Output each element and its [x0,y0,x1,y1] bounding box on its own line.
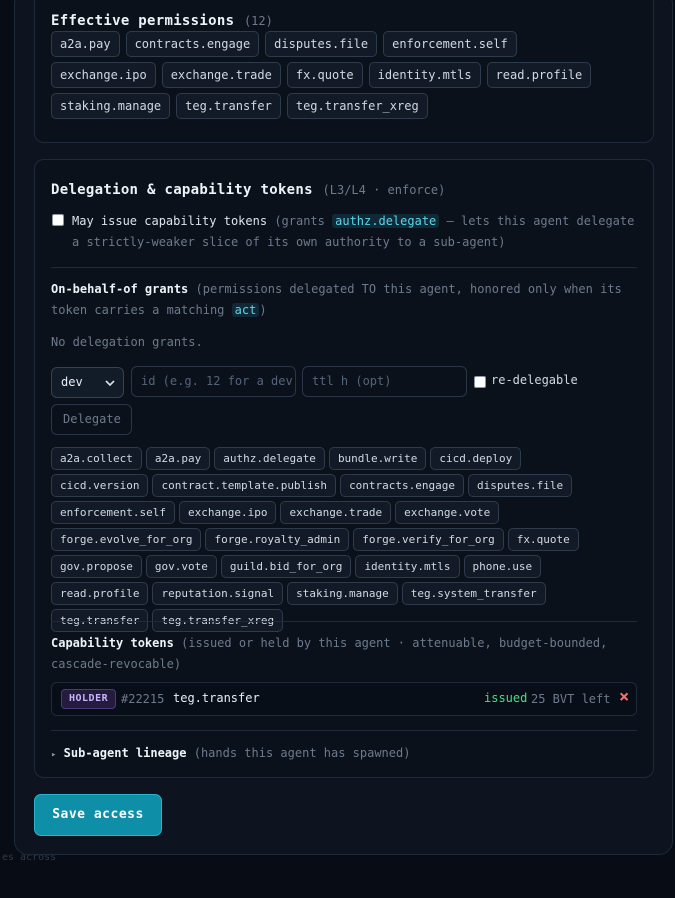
redelegable-checkbox[interactable] [474,376,486,388]
grantable-permission-chip: forge.evolve_for_org [51,528,202,551]
holder-badge: HOLDER [61,689,117,709]
grantable-permission-chip: teg.system_transfer [401,582,546,605]
capability-token-row: HOLDER #22215 teg.transfer issued 25 BVT… [51,682,637,716]
grantable-permission-chip: exchange.vote [395,501,500,524]
revoke-token-icon[interactable]: × [619,687,629,707]
effective-permission-chip: exchange.trade [161,62,281,88]
effective-permission-chip: read.profile [486,62,592,88]
effective-permission-chip: staking.manage [51,93,171,119]
issue-tokens-hint: (grants [274,214,325,228]
grantable-permission-chip: a2a.collect [51,447,142,470]
delegation-card: Delegation & capability tokens (L3/L4 · … [34,159,654,778]
token-scope: teg.transfer [173,691,260,705]
obo-hint-close: ) [259,303,267,317]
effective-permissions-title: Effective permissions [51,13,235,29]
grantable-permission-chip: fx.quote [507,528,579,551]
issue-tokens-hint-cont: — lets this agent delegate [446,214,635,228]
effective-permissions-card: Effective permissions (12) a2a.pay contra… [34,0,654,143]
grantable-permission-chip: authz.delegate [214,447,325,470]
grantable-permission-chip: contract.template.publish [152,474,337,497]
effective-permission-chip: disputes.file [265,31,378,57]
grantable-permission-chip: forge.royalty_admin [205,528,350,551]
sub-agent-lineage-toggle[interactable]: ▸ Sub-agent lineage (hands this agent ha… [51,743,410,766]
issue-tokens-label[interactable]: May issue capability tokens [72,214,267,228]
delegation-subtitle: (L3/L4 · enforce) [322,183,446,197]
token-status: issued [484,691,528,705]
capability-tokens-title: Capability tokens [51,636,174,650]
issue-tokens-hint-line2: a strictly-weaker slice of its own autho… [72,235,506,249]
chevron-down-icon [105,368,115,397]
grantable-permission-chip: reputation.signal [152,582,284,605]
effective-permission-chip: identity.mtls [368,62,481,88]
grantable-permission-chip: cicd.version [51,474,149,497]
effective-permission-chip: a2a.pay [51,31,120,57]
token-budget: 25 BVT left [531,692,611,706]
effective-permissions-list: a2a.pay contracts.engage disputes.file enfo… [51,31,611,119]
capability-tokens-hint-line2: cascade-revocable) [51,657,182,671]
grantable-permission-chip: contracts.engage [340,474,465,497]
grantable-permission-chip: cicd.deploy [430,447,522,470]
grantable-permission-chip: bundle.write [328,447,427,470]
save-access-button[interactable]: Save access [34,794,162,836]
ttl-input[interactable]: ttl h (opt) [302,366,467,397]
effective-permission-chip: enforcement.self [383,31,517,57]
redelegable-label[interactable]: re-delegable [491,373,578,387]
divider [51,267,637,268]
grantable-permission-chip: guild.bid_for_org [220,555,352,578]
effective-permission-chip: contracts.engage [125,31,260,57]
grantable-permission-chip: forge.verify_for_org [353,528,504,551]
issue-tokens-checkbox[interactable] [52,214,64,226]
obo-grants-hint: (permissions delegated TO this agent, ho… [195,282,622,296]
caret-right-icon: ▸ [51,750,57,760]
grantable-permission-chip: disputes.file [468,474,573,497]
divider [51,730,637,731]
grant-type-select[interactable]: dev [51,367,124,398]
grantable-permission-chip: read.profile [51,582,149,605]
authz-delegate-code: authz.delegate [332,214,440,228]
effective-permission-chip: fx.quote [286,62,363,88]
no-grants-text: No delegation grants. [51,335,203,349]
grantable-permission-chip: exchange.ipo [178,501,277,524]
grantable-permission-chip: phone.use [463,555,542,578]
grantable-permissions-list: a2a.collect a2a.pay authz.delegate bundle.w… [51,447,621,632]
token-id: #22215 [121,692,165,706]
divider [51,621,637,622]
grantable-permission-chip: exchange.trade [280,501,392,524]
act-code: act [231,303,260,317]
effective-permission-chip: teg.transfer_xreg [286,93,428,119]
grantable-permission-chip: staking.manage [287,582,398,605]
effective-permission-chip: teg.transfer [176,93,281,119]
grant-id-input[interactable]: id (e.g. 12 for a dev, [131,366,296,397]
grantable-permission-chip: gov.propose [51,555,142,578]
grant-type-value: dev [61,375,83,389]
delegation-title: Delegation & capability tokens [51,182,313,198]
effective-permissions-count: (12) [243,14,273,28]
grantable-permission-chip: a2a.pay [145,447,211,470]
sub-agent-lineage-hint: (hands this agent has spawned) [193,746,411,760]
obo-grants-hint-line2: token carries a matching [51,303,225,317]
effective-permission-chip: exchange.ipo [51,62,156,88]
delegate-button[interactable]: Delegate [51,404,132,435]
grantable-permission-chip: enforcement.self [51,501,175,524]
obo-grants-title: On-behalf-of grants [51,282,189,296]
grantable-permission-chip: gov.vote [145,555,217,578]
capability-tokens-hint: (issued or held by this agent · attenuab… [181,636,608,650]
sub-agent-lineage-title: Sub-agent lineage [63,746,187,760]
grantable-permission-chip: identity.mtls [355,555,460,578]
